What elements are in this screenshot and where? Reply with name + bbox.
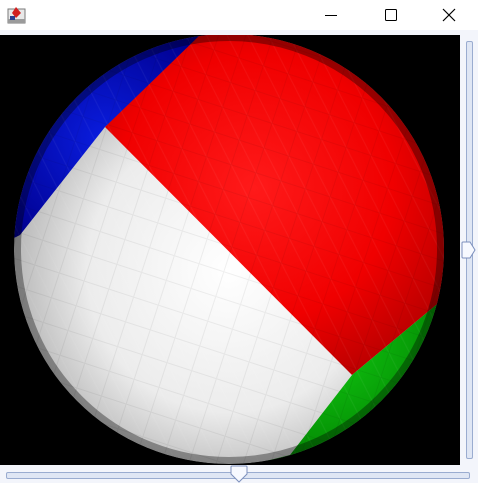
maximize-button[interactable] <box>362 0 420 30</box>
title-bar[interactable] <box>0 0 478 30</box>
vertical-slider[interactable] <box>461 35 478 465</box>
vertical-slider-thumb[interactable] <box>461 241 476 259</box>
horizontal-slider-thumb[interactable] <box>230 465 248 483</box>
horizontal-slider[interactable] <box>0 465 478 483</box>
sphere-render <box>14 35 444 464</box>
minimize-icon <box>325 15 337 16</box>
maximize-icon <box>385 9 397 21</box>
render-canvas[interactable] <box>0 35 460 465</box>
java-app-icon <box>7 7 26 24</box>
app-window <box>0 0 478 483</box>
close-button[interactable] <box>420 0 478 30</box>
close-icon <box>442 8 456 22</box>
minimize-button[interactable] <box>302 0 360 30</box>
